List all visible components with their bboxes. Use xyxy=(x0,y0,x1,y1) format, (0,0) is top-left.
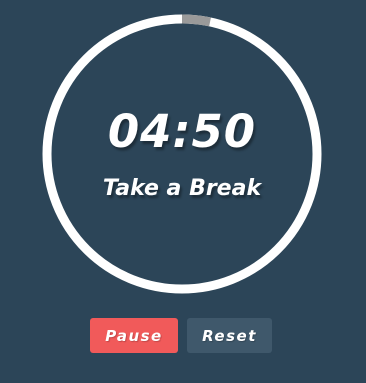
reset-button[interactable]: Reset xyxy=(187,318,272,353)
status-label: Take a Break xyxy=(102,176,262,201)
timer-widget: 04:50 Take a Break xyxy=(42,14,322,294)
pause-button[interactable]: Pause xyxy=(90,318,178,353)
progress-ring-elapsed xyxy=(181,14,211,27)
time-display: 04:50 xyxy=(107,105,257,158)
